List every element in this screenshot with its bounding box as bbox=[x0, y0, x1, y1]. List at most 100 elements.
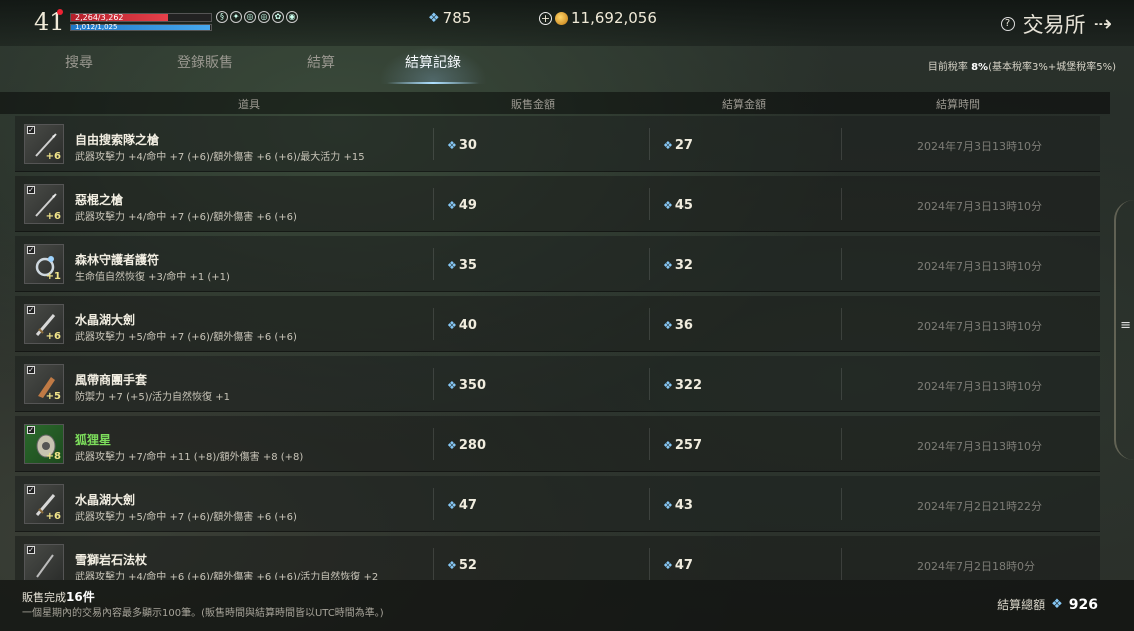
sale-amount: ❖ 40 bbox=[447, 318, 477, 333]
tab-settle-history[interactable]: 結算記錄 bbox=[379, 46, 487, 84]
side-handle-icon[interactable]: ≡ bbox=[1120, 318, 1131, 333]
gem-icon: ❖ bbox=[447, 319, 457, 332]
gem-icon: ❖ bbox=[663, 199, 673, 212]
sale-value: 350 bbox=[458, 378, 487, 393]
item-slot[interactable]: ✓ +6 bbox=[24, 124, 64, 164]
gold-currency[interactable]: + 11,692,056 bbox=[539, 9, 657, 27]
footer-bar: 販售完成16件 一個星期內的交易內容最多顯示100筆。(販售時間與結算時間皆以U… bbox=[0, 580, 1134, 631]
tax-label: 目前稅率 bbox=[927, 62, 968, 73]
item-slot[interactable]: ✓ +5 bbox=[24, 364, 64, 404]
sale-value: 30 bbox=[458, 138, 477, 153]
item-stats: 武器攻擊力 +5/命中 +7 (+6)/額外傷害 +6 (+6) bbox=[75, 512, 297, 523]
settle-value: 27 bbox=[674, 138, 693, 153]
gem-icon: ❖ bbox=[663, 259, 673, 272]
column-divider bbox=[433, 308, 434, 340]
column-divider bbox=[649, 248, 650, 280]
buff-icon[interactable]: ◎ bbox=[244, 11, 256, 23]
total-value: 926 bbox=[1068, 596, 1098, 613]
gem-icon: ❖ bbox=[447, 379, 457, 392]
column-divider bbox=[649, 308, 650, 340]
window-title: 交易所 bbox=[1022, 13, 1086, 37]
hp-bar: 2,264/3,262 bbox=[70, 13, 212, 22]
tab-settle[interactable]: 結算 bbox=[301, 52, 341, 78]
table-row[interactable]: ✓ +5 風帶商團手套 防禦力 +7 (+5)/活力自然恢復 +1 ❖ 350 ❖ 322 20… bbox=[15, 356, 1100, 412]
item-slot[interactable]: ✓ +8 bbox=[24, 424, 64, 464]
settle-value: 45 bbox=[674, 198, 693, 213]
tab-register-sale[interactable]: 登錄販售 bbox=[171, 52, 239, 78]
table-row[interactable]: ✓ +6 惡棍之槍 武器攻擊力 +4/命中 +7 (+6)/額外傷害 +6 (+6) ❖… bbox=[15, 176, 1100, 232]
item-stats: 武器攻擊力 +5/命中 +7 (+6)/額外傷害 +6 (+6) bbox=[75, 332, 297, 343]
table-row[interactable]: ✓ +6 水晶湖大劍 武器攻擊力 +5/命中 +7 (+6)/額外傷害 +6 (+6)… bbox=[15, 476, 1100, 532]
item-slot[interactable]: ✓ +6 bbox=[24, 484, 64, 524]
history-list[interactable]: ✓ +6 自由搜索隊之槍 武器攻擊力 +4/命中 +7 (+6)/額外傷害 +6 (+… bbox=[15, 116, 1110, 580]
help-icon[interactable]: ? bbox=[1000, 17, 1015, 31]
checkbox-icon: ✓ bbox=[27, 306, 35, 314]
gold-coin-icon bbox=[555, 11, 568, 25]
item-slot[interactable]: ✓ +6 bbox=[24, 184, 64, 224]
add-gold-icon[interactable]: + bbox=[539, 11, 552, 25]
col-item: 道具 bbox=[238, 98, 260, 111]
gem-icon: ❖ bbox=[663, 139, 673, 152]
checkbox-icon: ✓ bbox=[27, 246, 35, 254]
gem-icon: ❖ bbox=[663, 499, 673, 512]
settle-time: 2024年7月3日13時10分 bbox=[917, 320, 1042, 333]
table-header: 道具 販售金額 結算金額 結算時間 bbox=[0, 92, 1110, 114]
sale-value: 49 bbox=[458, 198, 477, 213]
settle-amount: ❖ 43 bbox=[663, 498, 693, 513]
sale-value: 52 bbox=[458, 558, 477, 573]
settle-time: 2024年7月2日21時22分 bbox=[917, 500, 1042, 513]
table-row[interactable]: ✓ +1 森林守護者護符 生命值自然恢復 +3/命中 +1 (+1) ❖ 35 ❖ 32 202… bbox=[15, 236, 1100, 292]
buff-icon[interactable]: ✦ bbox=[230, 11, 242, 23]
column-divider bbox=[841, 128, 842, 160]
buff-icon[interactable]: ◉ bbox=[286, 11, 298, 23]
gem-icon: ❖ bbox=[447, 139, 457, 152]
sale-value: 47 bbox=[458, 498, 477, 513]
checkbox-icon: ✓ bbox=[27, 426, 35, 434]
table-row[interactable]: ✓ +6 自由搜索隊之槍 武器攻擊力 +4/命中 +7 (+6)/額外傷害 +6 (+… bbox=[15, 116, 1100, 172]
item-stats: 防禦力 +7 (+5)/活力自然恢復 +1 bbox=[75, 392, 230, 403]
column-divider bbox=[841, 548, 842, 580]
tab-search[interactable]: 搜尋 bbox=[59, 52, 99, 78]
column-divider bbox=[841, 368, 842, 400]
table-row[interactable]: ✓ +8 狐狸星 武器攻擊力 +7/命中 +11 (+8)/額外傷害 +8 (+8) ❖… bbox=[15, 416, 1100, 472]
column-divider bbox=[649, 488, 650, 520]
notification-dot bbox=[57, 9, 63, 15]
checkbox-icon: ✓ bbox=[27, 186, 35, 194]
item-stats: 武器攻擊力 +7/命中 +11 (+8)/額外傷害 +8 (+8) bbox=[75, 452, 304, 463]
trade-house-screen: 41 2,264/3,262 1,012/1,025 § ✦ ◎ ◎ ✿ ◉ ❖… bbox=[0, 0, 1134, 631]
column-divider bbox=[433, 128, 434, 160]
settle-amount: ❖ 27 bbox=[663, 138, 693, 153]
sold-summary: 販售完成16件 bbox=[22, 588, 95, 605]
buff-icon[interactable]: ✿ bbox=[272, 11, 284, 23]
buff-icon[interactable]: § bbox=[216, 11, 228, 23]
settle-time: 2024年7月3日13時10分 bbox=[917, 440, 1042, 453]
table-row[interactable]: ✓ +6 水晶湖大劍 武器攻擊力 +5/命中 +7 (+6)/額外傷害 +6 (+6)… bbox=[15, 296, 1100, 352]
column-divider bbox=[433, 368, 434, 400]
item-name: 風帶商團手套 bbox=[75, 373, 148, 387]
table-row[interactable]: ✓ 雪獅岩石法杖 武器攻擊力 +4/命中 +6 (+6)/額外傷害 +6 (+6)/… bbox=[15, 536, 1100, 580]
sale-value: 280 bbox=[458, 438, 487, 453]
sale-value: 35 bbox=[458, 258, 477, 273]
gem-icon: ❖ bbox=[663, 319, 673, 332]
window-title-area: ? 交易所 ⇢ bbox=[1000, 9, 1112, 39]
item-slot[interactable]: ✓ +6 bbox=[24, 304, 64, 344]
enhance-level: +6 bbox=[45, 151, 61, 162]
settle-amount: ❖ 257 bbox=[663, 438, 702, 453]
settle-amount: ❖ 32 bbox=[663, 258, 693, 273]
item-slot[interactable]: ✓ bbox=[24, 544, 64, 580]
settle-value: 322 bbox=[674, 378, 703, 393]
gem-currency[interactable]: ❖ 785 bbox=[428, 9, 471, 27]
item-slot[interactable]: ✓ +1 bbox=[24, 244, 64, 284]
item-name: 雪獅岩石法杖 bbox=[75, 553, 148, 567]
settle-value: 47 bbox=[674, 558, 693, 573]
gem-icon: ❖ bbox=[1051, 597, 1063, 612]
gold-amount: 11,692,056 bbox=[571, 9, 657, 27]
buff-icon[interactable]: ◎ bbox=[258, 11, 270, 23]
sale-value: 40 bbox=[458, 318, 477, 333]
checkbox-icon: ✓ bbox=[27, 366, 35, 374]
exit-icon[interactable]: ⇢ bbox=[1094, 12, 1112, 37]
gem-icon: ❖ bbox=[663, 439, 673, 452]
column-divider bbox=[841, 308, 842, 340]
checkbox-icon: ✓ bbox=[27, 486, 35, 494]
sale-amount: ❖ 350 bbox=[447, 378, 486, 393]
